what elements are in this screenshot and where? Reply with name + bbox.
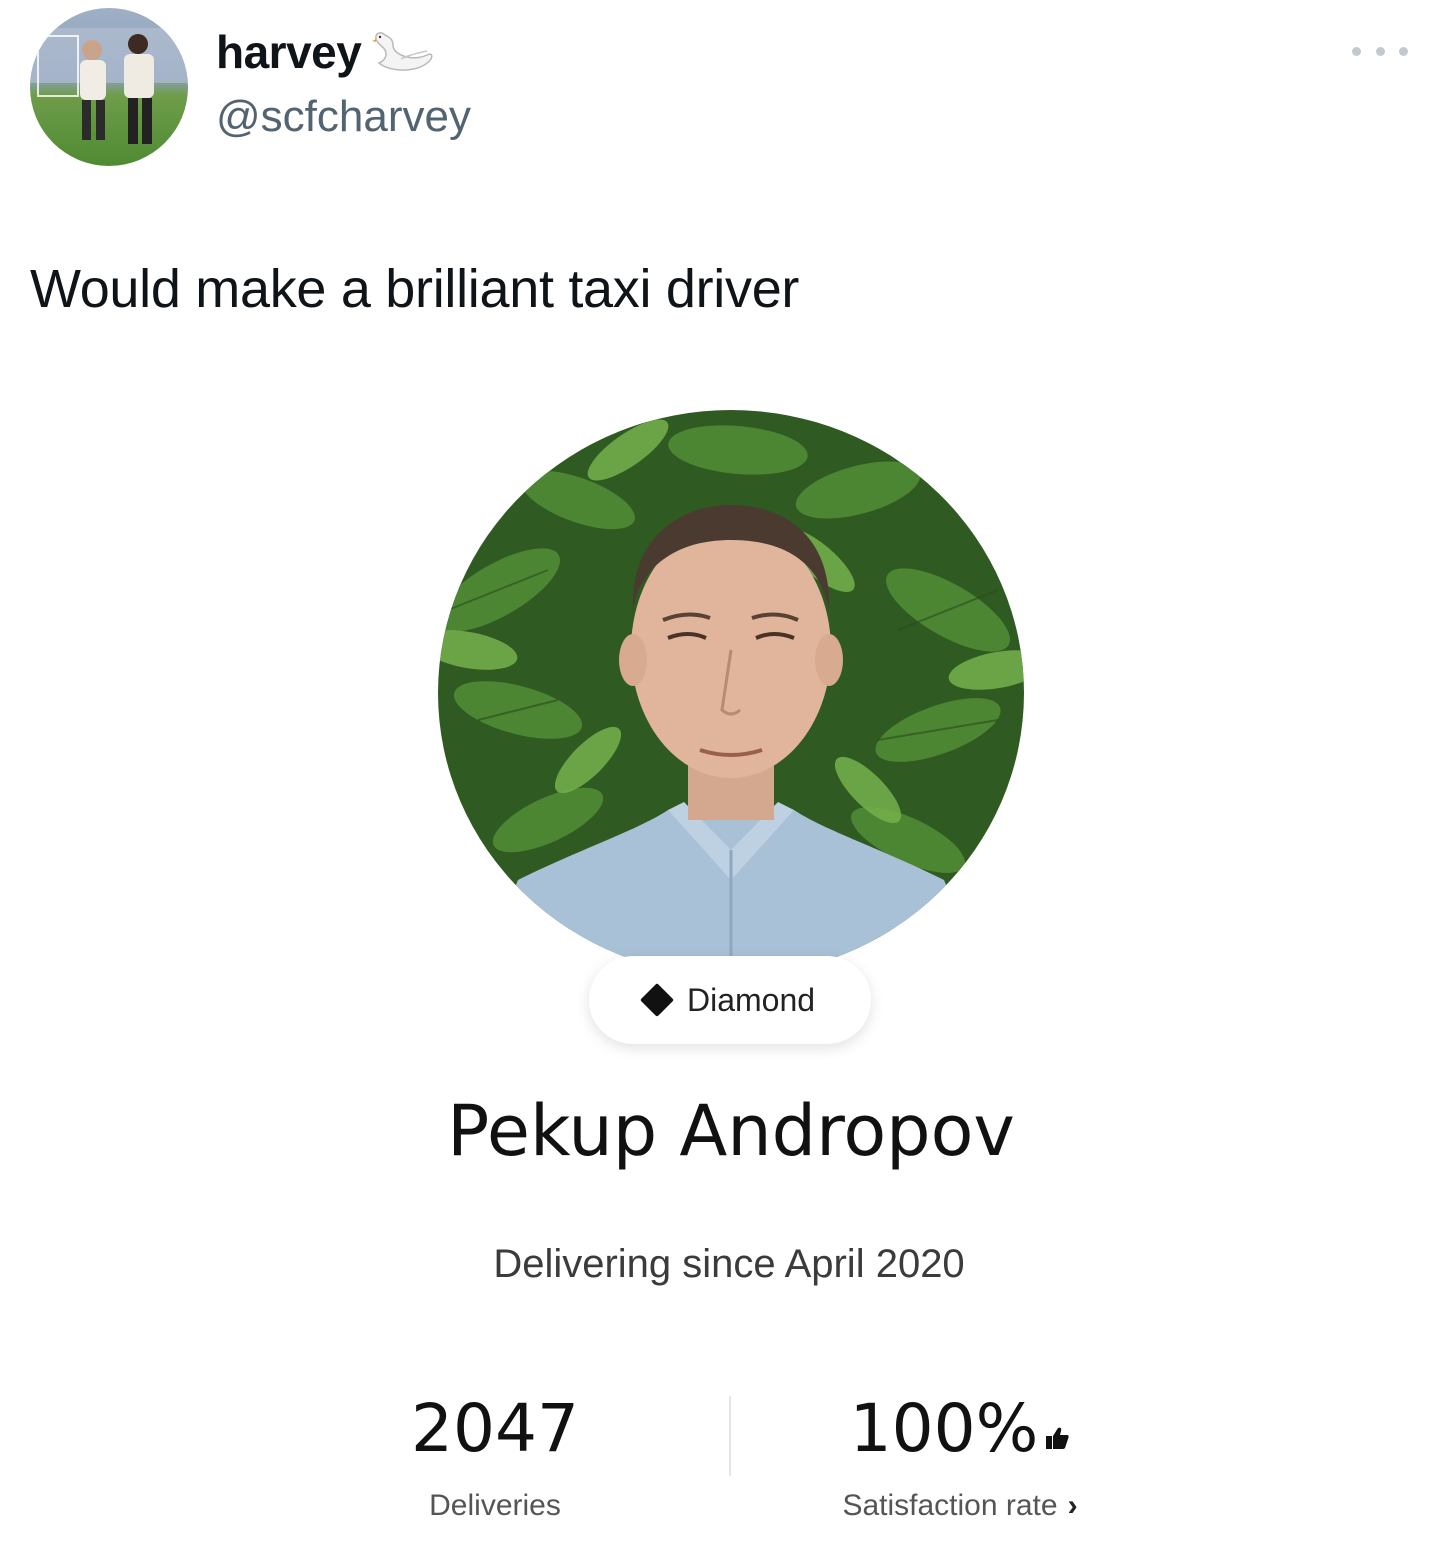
author-display-name[interactable]: harvey	[216, 25, 362, 79]
satisfaction-label-row[interactable]: Satisfaction rate ›	[810, 1486, 1110, 1526]
author-handle[interactable]: @scfcharvey	[216, 92, 471, 142]
courier-photo	[438, 410, 1024, 976]
author-avatar[interactable]	[30, 8, 188, 166]
courier-since: Delivering since April 2020	[493, 1242, 965, 1286]
more-dot	[1352, 46, 1361, 56]
deliveries-value: 2047	[411, 1390, 579, 1467]
more-dots-icon[interactable]	[1352, 36, 1408, 66]
avatar-photo	[30, 8, 188, 166]
tier-label: Diamond	[686, 981, 816, 1018]
satisfaction-value-row: 100%	[810, 1388, 1110, 1470]
display-name-row: harvey	[216, 22, 471, 82]
author-info: harvey @scfcharvey	[216, 22, 471, 142]
satisfaction-stat: 100% Satisfaction rate ›	[810, 1388, 1110, 1526]
courier-name: Pekup Andropov	[447, 1090, 1015, 1172]
satisfaction-label: Satisfaction rate	[842, 1489, 1058, 1522]
deliveries-label: Deliveries	[429, 1489, 561, 1522]
chevron-right-icon: ›	[1067, 1489, 1078, 1522]
diamond-icon	[639, 983, 674, 1017]
thumbs-up-icon	[1046, 1427, 1070, 1449]
tweet-text: Would make a brilliant taxi driver	[30, 259, 800, 319]
more-dot	[1399, 46, 1408, 56]
more-dot	[1375, 46, 1385, 56]
tier-badge: Diamond	[589, 956, 871, 1044]
deliveries-stat: 2047 Deliveries	[370, 1388, 620, 1526]
stat-divider	[729, 1396, 731, 1476]
swan-icon	[371, 29, 437, 80]
satisfaction-value: 100%	[849, 1390, 1039, 1467]
